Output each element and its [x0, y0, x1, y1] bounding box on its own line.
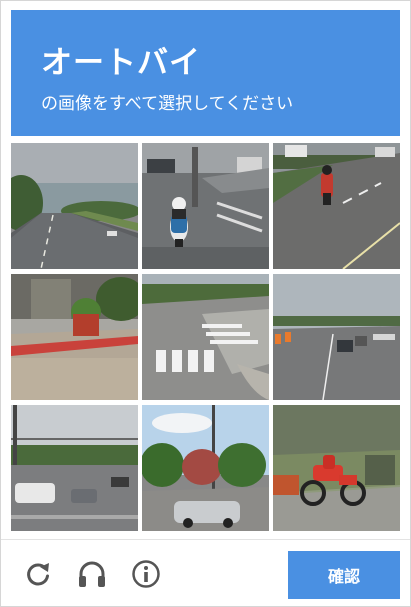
headphones-icon[interactable]	[77, 559, 107, 589]
challenge-title: オートバイ	[41, 45, 201, 81]
image-tile-9[interactable]	[273, 405, 400, 531]
verify-button[interactable]: 確認	[288, 551, 400, 599]
image-tile-8[interactable]	[142, 405, 269, 531]
image-tile-5[interactable]	[142, 274, 269, 400]
image-tile-4[interactable]	[11, 274, 138, 400]
image-tile-6[interactable]	[273, 274, 400, 400]
reload-icon[interactable]	[23, 559, 53, 589]
image-tile-7[interactable]	[11, 405, 138, 531]
info-icon[interactable]	[131, 559, 161, 589]
challenge-instruction: の画像をすべて選択してください	[41, 94, 294, 114]
footer-divider	[1, 539, 410, 540]
image-tile-2[interactable]	[142, 143, 269, 269]
captcha-frame: オートバイ の画像をすべて選択してください 確認	[0, 0, 411, 607]
image-grid	[11, 143, 402, 533]
challenge-header: オートバイ の画像をすべて選択してください	[11, 10, 400, 136]
image-tile-1[interactable]	[11, 143, 138, 269]
image-tile-3[interactable]	[273, 143, 400, 269]
